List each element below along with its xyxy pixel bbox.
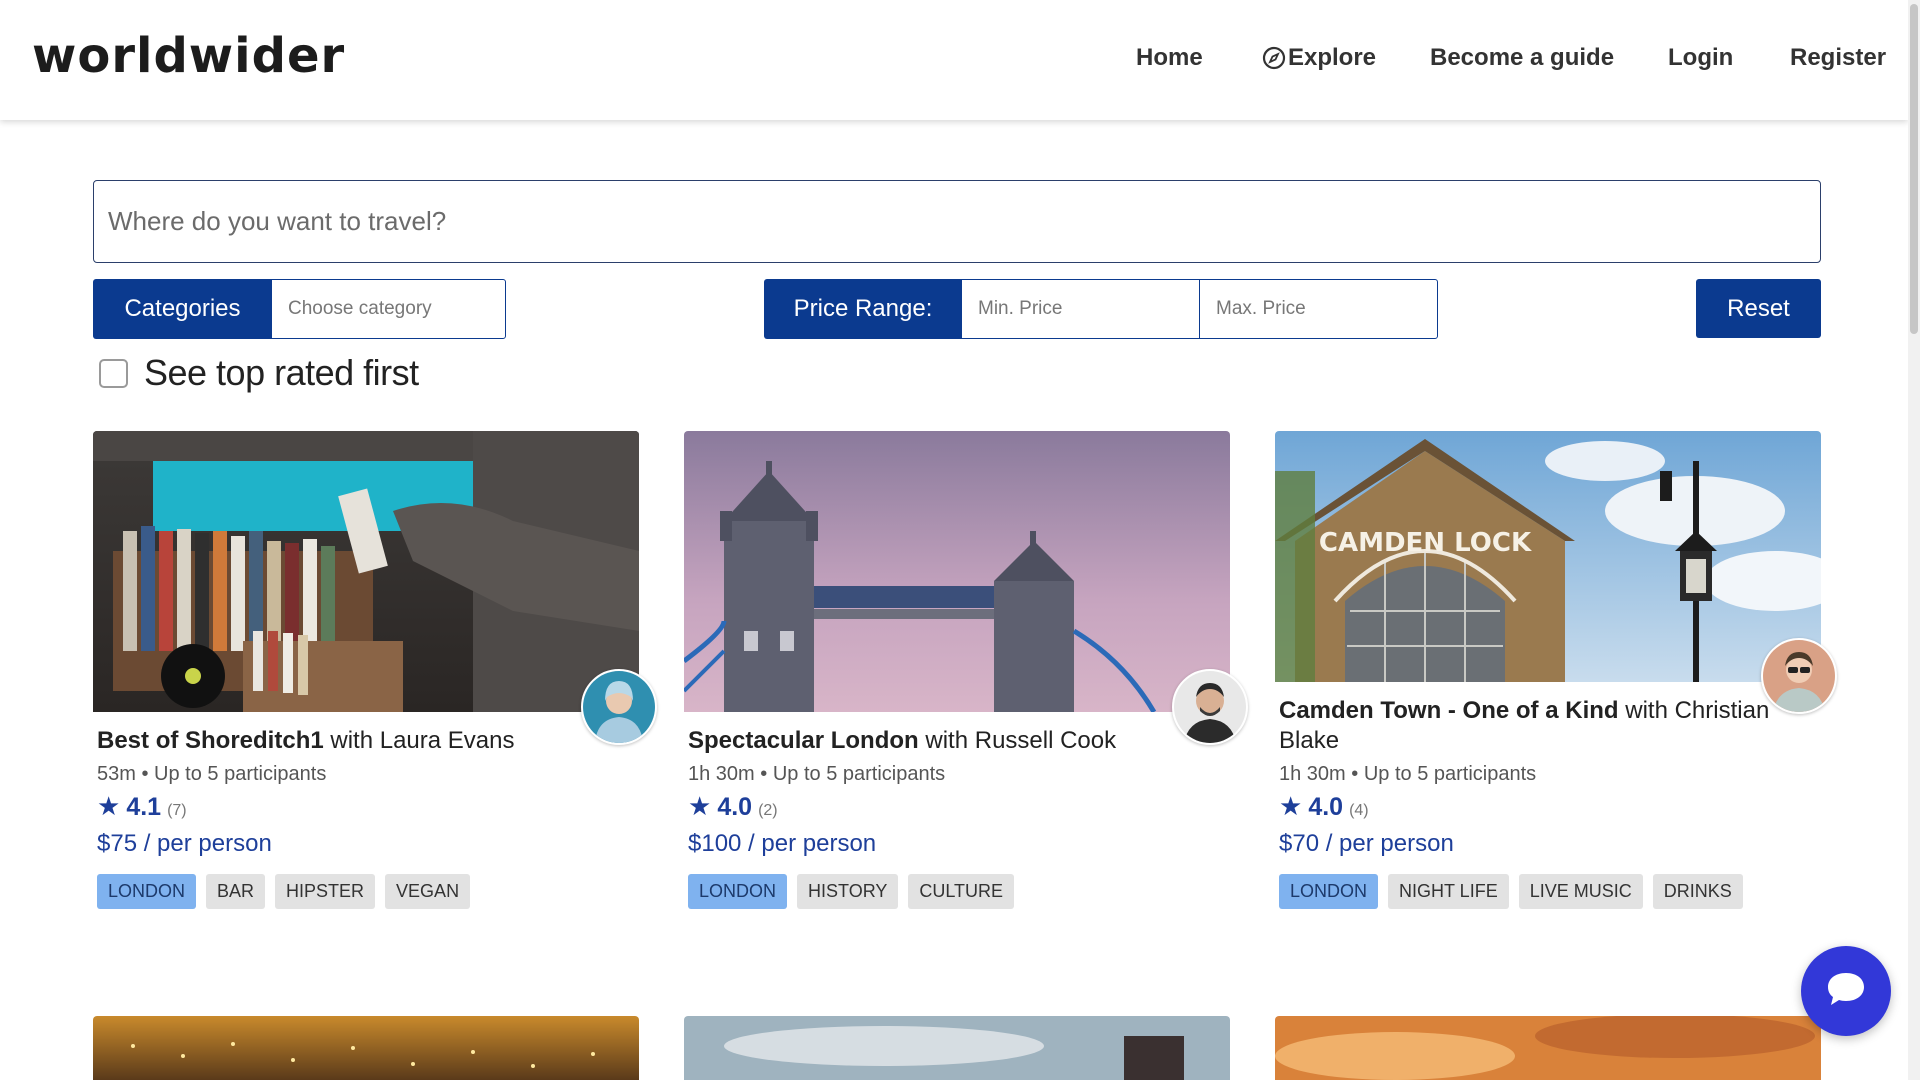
top-rated-toggle[interactable]: See top rated first [99,352,419,394]
nav-register-link[interactable]: Register [1790,44,1886,72]
star-icon: ★ [97,791,121,821]
tour-title[interactable]: Camden Town - One of a Kind [1279,697,1619,724]
tour-image[interactable] [684,1016,1230,1080]
tour-duration: 53m [97,763,136,785]
rating-value: 4.1 [126,793,162,821]
tour-participants: Up to 5 participants [1363,763,1537,785]
camden-lock-sign: CAMDEN LOCK [1319,528,1532,558]
tour-title[interactable]: Spectacular London [688,727,919,754]
tag[interactable]: DRINKS [1652,874,1743,909]
tour-price: $75 / per person [97,830,272,857]
compass-icon [1262,46,1286,70]
tour-meta: 1h 30m • Up to 5 participants [688,763,946,785]
nav-become-guide-link[interactable]: Become a guide [1430,44,1614,72]
max-price-input[interactable] [1199,279,1438,339]
nav-login-link[interactable]: Login [1668,44,1733,72]
nav-explore-link[interactable]: Explore [1262,44,1376,72]
nav-explore-label: Explore [1288,44,1377,71]
tour-price: $100 / per person [688,830,877,857]
top-rated-checkbox[interactable] [99,358,128,388]
guide-name: Russell Cook [974,727,1117,754]
tour-image[interactable]: CAMDEN LOCK [1275,431,1821,682]
tour-image[interactable] [93,431,639,712]
tour-participants: Up to 5 participants [772,763,946,785]
guide-prefix: with [1625,697,1668,724]
tour-image[interactable] [93,1016,639,1080]
nav-home-link[interactable]: Home [1136,44,1203,72]
star-icon: ★ [1279,791,1303,821]
tour-rating: ★ 4.1 (7) [97,793,187,822]
tour-rating: ★ 4.0 (4) [1279,793,1369,822]
tour-duration: 1h 30m [1279,763,1346,785]
review-count: (7) [167,802,187,819]
page-scrollbar[interactable] [1908,0,1920,1080]
page: worldwider Home Explore Become a guide L… [0,0,1920,1080]
categories-button[interactable]: Categories [93,279,272,339]
guide-prefix: with [925,727,969,754]
tour-image[interactable] [1275,1016,1821,1080]
star-icon: ★ [688,791,712,821]
tag-list: LONDON BAR HIPSTER VEGAN [97,874,471,909]
chat-button[interactable] [1801,946,1891,1036]
rating-value: 4.0 [1308,793,1344,821]
rating-value: 4.0 [717,793,753,821]
top-rated-label: See top rated first [144,352,419,393]
guide-prefix: with [330,727,374,754]
tour-rating: ★ 4.0 (2) [688,793,778,822]
tour-meta: 53m • Up to 5 participants [97,763,327,785]
category-select[interactable]: Choose category [271,279,506,339]
tag-location[interactable]: LONDON [1279,874,1379,909]
tag-location[interactable]: LONDON [97,874,197,909]
tag[interactable]: HIPSTER [275,874,376,909]
tag[interactable]: LIVE MUSIC [1518,874,1643,909]
tag-list: LONDON NIGHT LIFE LIVE MUSIC DRINKS [1279,874,1743,909]
min-price-input[interactable] [961,279,1200,339]
tour-image[interactable] [684,431,1230,712]
tag-list: LONDON HISTORY CULTURE [688,874,1015,909]
tour-title-line: Spectacular London with Russell Cook [688,726,1188,756]
brand-logo[interactable]: worldwider [32,28,345,84]
tag[interactable]: BAR [206,874,266,909]
tour-participants: Up to 5 participants [154,763,327,785]
guide-name: Laura Evans [379,727,515,754]
tag-location[interactable]: LONDON [688,874,788,909]
tag[interactable]: NIGHT LIFE [1388,874,1509,909]
tag[interactable]: HISTORY [797,874,899,909]
tag[interactable]: VEGAN [385,874,471,909]
scrollbar-thumb[interactable] [1910,4,1918,334]
review-count: (4) [1349,802,1369,819]
tour-title-line: Camden Town - One of a Kind with Christi… [1279,696,1779,756]
price-range-label: Price Range: [764,279,962,339]
tour-title-line: Best of Shoreditch1 with Laura Evans [97,726,597,756]
chat-bubble-icon [1825,969,1867,1014]
tour-price: $70 / per person [1279,830,1454,857]
tag[interactable]: CULTURE [908,874,1015,909]
destination-search-input[interactable] [93,180,1821,263]
tour-title[interactable]: Best of Shoreditch1 [97,727,324,754]
review-count: (2) [758,802,778,819]
tour-meta: 1h 30m • Up to 5 participants [1279,763,1537,785]
reset-button[interactable]: Reset [1696,279,1821,338]
top-navbar: worldwider Home Explore Become a guide L… [0,0,1908,120]
tour-duration: 1h 30m [688,763,755,785]
